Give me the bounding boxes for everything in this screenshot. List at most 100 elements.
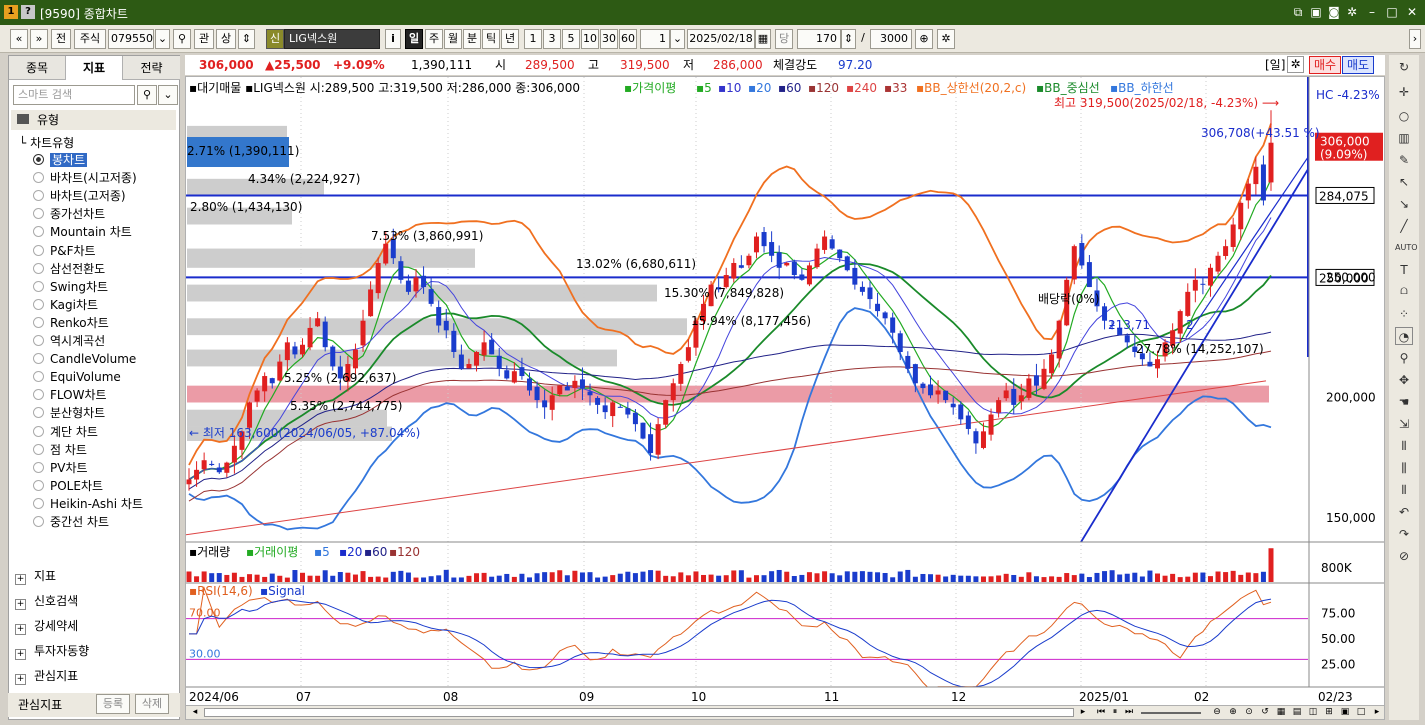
radio-icon[interactable] <box>33 226 44 238</box>
gwan-button[interactable]: 관 <box>194 29 214 49</box>
chart-type-option[interactable]: Renko차트 <box>33 315 109 332</box>
chart-type-option[interactable]: Kagi차트 <box>33 297 98 314</box>
reset-icon[interactable]: ↺ <box>1258 706 1272 719</box>
gear-icon[interactable]: ✲ <box>937 29 955 49</box>
zoom-out-icon[interactable]: ⊖ <box>1210 706 1224 719</box>
collapse-icon[interactable]: › <box>1409 29 1421 49</box>
tab-strategy[interactable]: 전략 <box>123 56 180 80</box>
delete-button[interactable]: 삭제 <box>135 694 169 714</box>
scroll-right-end-icon[interactable]: ▸ <box>1370 706 1384 719</box>
cursor-icon[interactable]: ↖ <box>1395 173 1413 191</box>
period-day-tab[interactable]: 일 <box>405 29 423 49</box>
gear-icon[interactable]: ✲ <box>1287 56 1304 73</box>
bottom-scrollbar[interactable]: ◂ ▸ ⏮ ⏸ ⏭ ⊖ ⊕ ⊙ ↺ ▦ ▤ ◫ ⊞ ▣ □ ▸ <box>185 705 1385 720</box>
zoom-in-icon[interactable]: ⊕ <box>915 29 933 49</box>
dot-grid-icon[interactable]: ⁘ <box>1395 305 1413 323</box>
date-input[interactable]: 2025/02/18 <box>687 29 755 49</box>
columns-icon[interactable]: ⦀ <box>1395 437 1413 455</box>
period-tick-tab[interactable]: 틱 <box>482 29 500 49</box>
code-input[interactable]: 079550 <box>108 29 154 49</box>
section-strength[interactable]: + 강세약세 <box>11 615 78 637</box>
tab-indicator[interactable]: 지표 <box>66 56 123 80</box>
bars-icon[interactable]: ⫴ <box>1395 481 1413 499</box>
bar-chart-icon[interactable]: ▥ <box>1395 129 1413 147</box>
stock-name[interactable]: LIG넥스원 <box>284 29 380 49</box>
chart-type-option[interactable]: 바차트(시고저종) <box>33 170 137 187</box>
max-count-input[interactable]: 3000 <box>870 29 912 49</box>
chart-type-option[interactable]: 역시계곡선 <box>33 333 105 350</box>
zoom-icon[interactable]: ⚲ <box>1395 349 1413 367</box>
chart-type-option[interactable]: 봉차트 <box>33 152 88 169</box>
redo-icon[interactable]: ↷ <box>1395 525 1413 543</box>
chart-type-option[interactable]: Mountain 차트 <box>33 224 132 241</box>
code-dropdown-icon[interactable]: ⌄ <box>155 29 170 49</box>
section-investor[interactable]: + 투자자동향 <box>11 640 89 662</box>
pan-icon[interactable]: ✥ <box>1395 371 1413 389</box>
interval-1-tab[interactable]: 1 <box>524 29 542 49</box>
interval-5-tab[interactable]: 5 <box>562 29 580 49</box>
scroll-left-icon[interactable]: ◂ <box>188 706 202 719</box>
chart-type-option[interactable]: 삼선전환도 <box>33 261 105 278</box>
chart-type-option[interactable]: Heikin-Ashi 차트 <box>33 496 143 513</box>
section-favorite[interactable]: + 관심지표 <box>11 665 78 687</box>
undo-icon[interactable]: ↶ <box>1395 503 1413 521</box>
radio-icon[interactable] <box>33 425 44 437</box>
period-month-tab[interactable]: 월 <box>444 29 462 49</box>
hand-icon[interactable]: ☚ <box>1395 393 1413 411</box>
radio-icon[interactable] <box>33 298 44 310</box>
interval-10-tab[interactable]: 10 <box>581 29 599 49</box>
scroll-right-icon[interactable]: ▸ <box>1076 706 1090 719</box>
bar-count-input[interactable]: 170 <box>797 29 841 49</box>
radio-icon[interactable] <box>33 497 44 509</box>
jeon-button[interactable]: 전 <box>51 29 71 49</box>
radio-icon[interactable] <box>33 371 44 383</box>
bar-count-spin-icon[interactable]: ⇕ <box>841 29 856 49</box>
pause-icon[interactable]: ⏸ <box>1108 706 1122 719</box>
arrow-line-icon[interactable]: ↘ <box>1395 195 1413 213</box>
search-dropdown-icon[interactable]: ⌄ <box>158 85 178 105</box>
radio-icon[interactable] <box>33 244 44 256</box>
add-panel-icon[interactable]: ⊞ <box>1322 706 1336 719</box>
add-button[interactable]: 등록 <box>96 694 130 714</box>
period-year-tab[interactable]: 년 <box>501 29 519 49</box>
period-badge[interactable]: [일] <box>1265 55 1285 75</box>
section-indicator[interactable]: + 지표 <box>11 565 56 587</box>
fit-icon[interactable]: ⊙ <box>1242 706 1256 719</box>
period-week-tab[interactable]: 주 <box>425 29 443 49</box>
price-chart[interactable]: ▪거래량 ▪거래이평 ▪5 ▪20 ▪60 ▪120800K ▪RSI(14,6) ▪Sig… <box>186 77 1385 706</box>
radio-icon[interactable] <box>33 208 44 220</box>
delete-icon[interactable]: ⊘ <box>1395 547 1413 565</box>
smart-search-input[interactable]: 스마트 검색 <box>13 85 135 105</box>
help-icon[interactable]: ? <box>21 5 35 19</box>
chart-area[interactable]: ▪거래량 ▪거래이평 ▪5 ▪20 ▪60 ▪120 800K ▪RSI(14,6) ▪Sig… <box>185 76 1385 706</box>
refresh-icon[interactable]: ↻ <box>1395 58 1413 76</box>
radio-icon[interactable] <box>33 407 44 419</box>
grid-icon[interactable]: ▦ <box>1274 706 1288 719</box>
buy-button[interactable]: 매수 <box>1309 56 1342 74</box>
radio-icon[interactable] <box>33 190 44 202</box>
radio-icon[interactable] <box>33 353 44 365</box>
circle-icon[interactable]: ○ <box>1395 107 1413 125</box>
chart-type-option[interactable]: 종가선차트 <box>33 206 105 223</box>
radio-icon[interactable] <box>33 461 44 473</box>
nav-prev-button[interactable]: « <box>10 29 28 49</box>
first-page-icon[interactable]: ⏮ <box>1094 706 1108 719</box>
auto-icon[interactable]: AUTO <box>1395 239 1418 257</box>
section-type-header[interactable]: 유형 <box>11 110 176 130</box>
radio-icon[interactable] <box>33 172 44 184</box>
search-icon[interactable]: ⚲ <box>173 29 191 49</box>
interval-3-tab[interactable]: 3 <box>543 29 561 49</box>
sell-button[interactable]: 매도 <box>1342 56 1375 74</box>
layout-icon[interactable]: ▤ <box>1290 706 1304 719</box>
radio-icon[interactable] <box>33 443 44 455</box>
period-minute-tab[interactable]: 분 <box>463 29 481 49</box>
link-icon[interactable]: ⧉ <box>1290 4 1306 20</box>
chart-type-option[interactable]: 계단 차트 <box>33 424 98 441</box>
radio-icon[interactable] <box>33 479 44 491</box>
calendar-icon[interactable]: ▦ <box>755 29 771 49</box>
zoom-in-icon[interactable]: ⊕ <box>1226 706 1240 719</box>
info-button[interactable]: i <box>385 29 401 49</box>
nav-next-button[interactable]: » <box>30 29 48 49</box>
interval-30-tab[interactable]: 30 <box>600 29 618 49</box>
fibonacci-icon[interactable]: ᗝ <box>1395 283 1413 301</box>
